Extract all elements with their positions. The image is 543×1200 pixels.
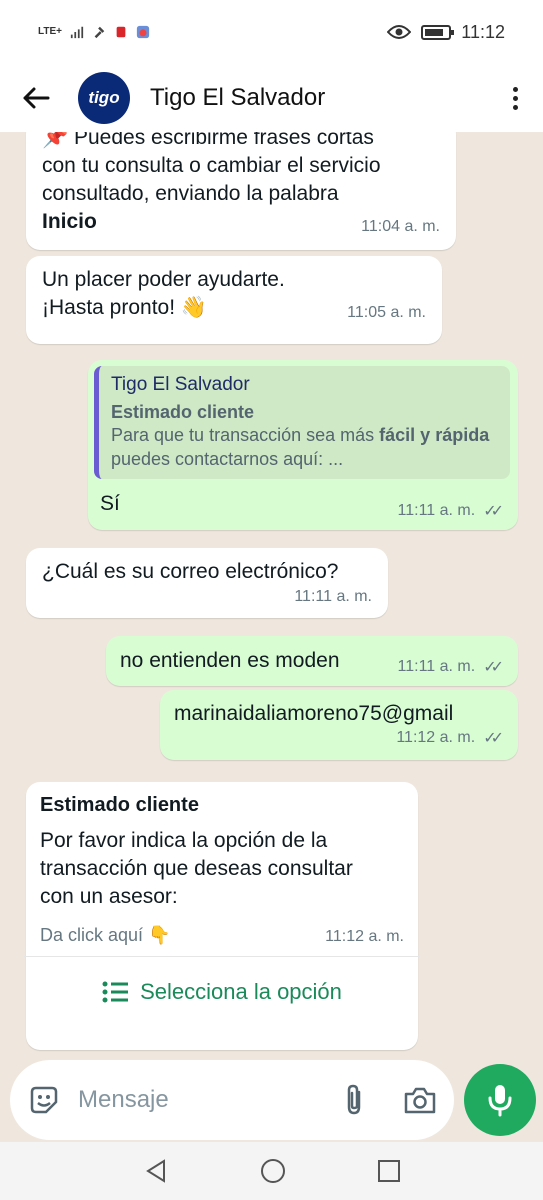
signal-icon (70, 26, 84, 39)
message-text: no entienden es moden (120, 649, 340, 672)
message-bubble-incoming[interactable]: ¿Cuál es su correo electrónico? 11:11 a.… (26, 548, 388, 618)
message-time: 11:11 a. m. ✓✓ (398, 501, 504, 521)
message-footer: Da click aquí 👇 (40, 925, 171, 945)
message-time: 11:11 a. m. (294, 588, 372, 605)
message-bubble-outgoing[interactable]: no entienden es moden 11:11 a. m. ✓✓ (106, 636, 518, 686)
nav-home-icon[interactable] (259, 1157, 287, 1185)
message-text: marinaidaliamoreno75@gmail (174, 702, 454, 725)
battery-icon (421, 24, 455, 40)
tool-icon (94, 26, 105, 39)
quote-author: Tigo El Salvador (111, 374, 250, 395)
message-time: 11:12 a. m. (325, 928, 404, 945)
message-text: ¿Cuál es su correo electrónico? (42, 560, 339, 583)
sticker-icon[interactable] (24, 1080, 64, 1120)
message-text: Sí (100, 492, 120, 515)
network-indicator: LTE+ (38, 26, 62, 37)
camera-icon[interactable] (400, 1080, 440, 1120)
game-app-icon (136, 25, 150, 39)
select-option-label: Selecciona la opción (140, 979, 342, 1004)
more-options-icon[interactable] (505, 80, 525, 116)
message-bubble-outgoing[interactable]: marinaidaliamoreno75@gmail 11:12 a. m. ✓… (160, 690, 518, 760)
status-left: LTE+ (38, 25, 150, 39)
message-title: Estimado cliente (40, 794, 199, 816)
quote-body: Para que tu transacción sea más fácil y … (111, 425, 490, 469)
eye-icon (387, 25, 412, 39)
status-right: 11:12 (387, 22, 505, 43)
attach-icon[interactable] (334, 1080, 374, 1120)
message-text: Por favor indica la opción de la transac… (40, 829, 353, 908)
status-bar: LTE+ 11:12 (0, 0, 543, 64)
contact-name[interactable]: Tigo El Salvador (150, 84, 325, 112)
nav-back-icon[interactable] (143, 1158, 169, 1184)
android-nav-bar (0, 1142, 543, 1200)
message-bubble-outgoing[interactable]: Tigo El Salvador Estimado cliente Para q… (88, 360, 518, 530)
list-icon (102, 981, 129, 1003)
message-time: 11:12 a. m. ✓✓ (174, 728, 504, 748)
chat-header: tigo Tigo El Salvador (0, 64, 543, 132)
avatar-logo-text: tigo (88, 88, 120, 107)
double-check-icon: ✓✓ (483, 659, 504, 676)
select-option-button[interactable]: Selecciona la opción (40, 957, 404, 1027)
back-arrow-icon[interactable] (18, 80, 54, 116)
microphone-icon (488, 1085, 512, 1117)
contact-avatar[interactable]: tigo (78, 72, 130, 124)
quoted-message[interactable]: Tigo El Salvador Estimado cliente Para q… (94, 366, 510, 479)
notification-red-icon (116, 26, 126, 38)
double-check-icon: ✓✓ (483, 730, 504, 747)
message-input-bar (10, 1060, 454, 1140)
message-time: 11:11 a. m. ✓✓ (398, 657, 504, 677)
message-input[interactable] (78, 1086, 308, 1114)
clock: 11:12 (461, 21, 505, 42)
message-time: 11:04 a. m. (361, 218, 440, 235)
message-bubble-incoming[interactable]: 📌 Puedes escribirme frases cortas con tu… (26, 132, 456, 250)
interactive-list-message[interactable]: Estimado cliente Por favor indica la opc… (24, 782, 420, 1050)
message-bubble-incoming[interactable]: Un placer poder ayudarte. ¡Hasta pronto!… (26, 256, 442, 344)
nav-recents-icon[interactable] (377, 1159, 401, 1183)
microphone-button[interactable] (464, 1064, 536, 1136)
quote-title: Estimado cliente (111, 402, 255, 422)
chat-area[interactable]: 📌 Puedes escribirme frases cortas con tu… (0, 132, 543, 1060)
double-check-icon: ✓✓ (483, 503, 504, 520)
